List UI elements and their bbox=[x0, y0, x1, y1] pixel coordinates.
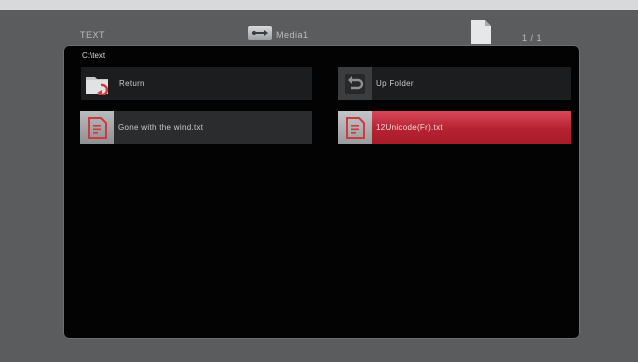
page-icon bbox=[471, 20, 491, 44]
current-path: C:\text bbox=[82, 51, 106, 60]
file-item-selected[interactable]: 12Unicode(Fr).txt bbox=[338, 111, 571, 144]
file-label: Gone with the wind.txt bbox=[118, 123, 204, 132]
up-folder-icon bbox=[338, 67, 372, 100]
page-counter: 1 / 1 bbox=[522, 33, 543, 43]
device-label: Media1 bbox=[276, 30, 309, 40]
text-file-icon bbox=[338, 111, 372, 144]
usb-device-icon bbox=[248, 26, 272, 40]
section-title: TEXT bbox=[80, 30, 106, 40]
return-label: Return bbox=[119, 79, 145, 88]
return-folder-icon bbox=[81, 67, 115, 100]
up-folder-label: Up Folder bbox=[376, 79, 414, 88]
text-file-icon bbox=[80, 111, 114, 144]
top-band bbox=[0, 0, 638, 10]
return-item[interactable]: Return bbox=[81, 67, 312, 100]
up-folder-item[interactable]: Up Folder bbox=[338, 67, 571, 100]
file-item[interactable]: Gone with the wind.txt bbox=[80, 111, 312, 144]
file-label: 12Unicode(Fr).txt bbox=[376, 123, 443, 132]
